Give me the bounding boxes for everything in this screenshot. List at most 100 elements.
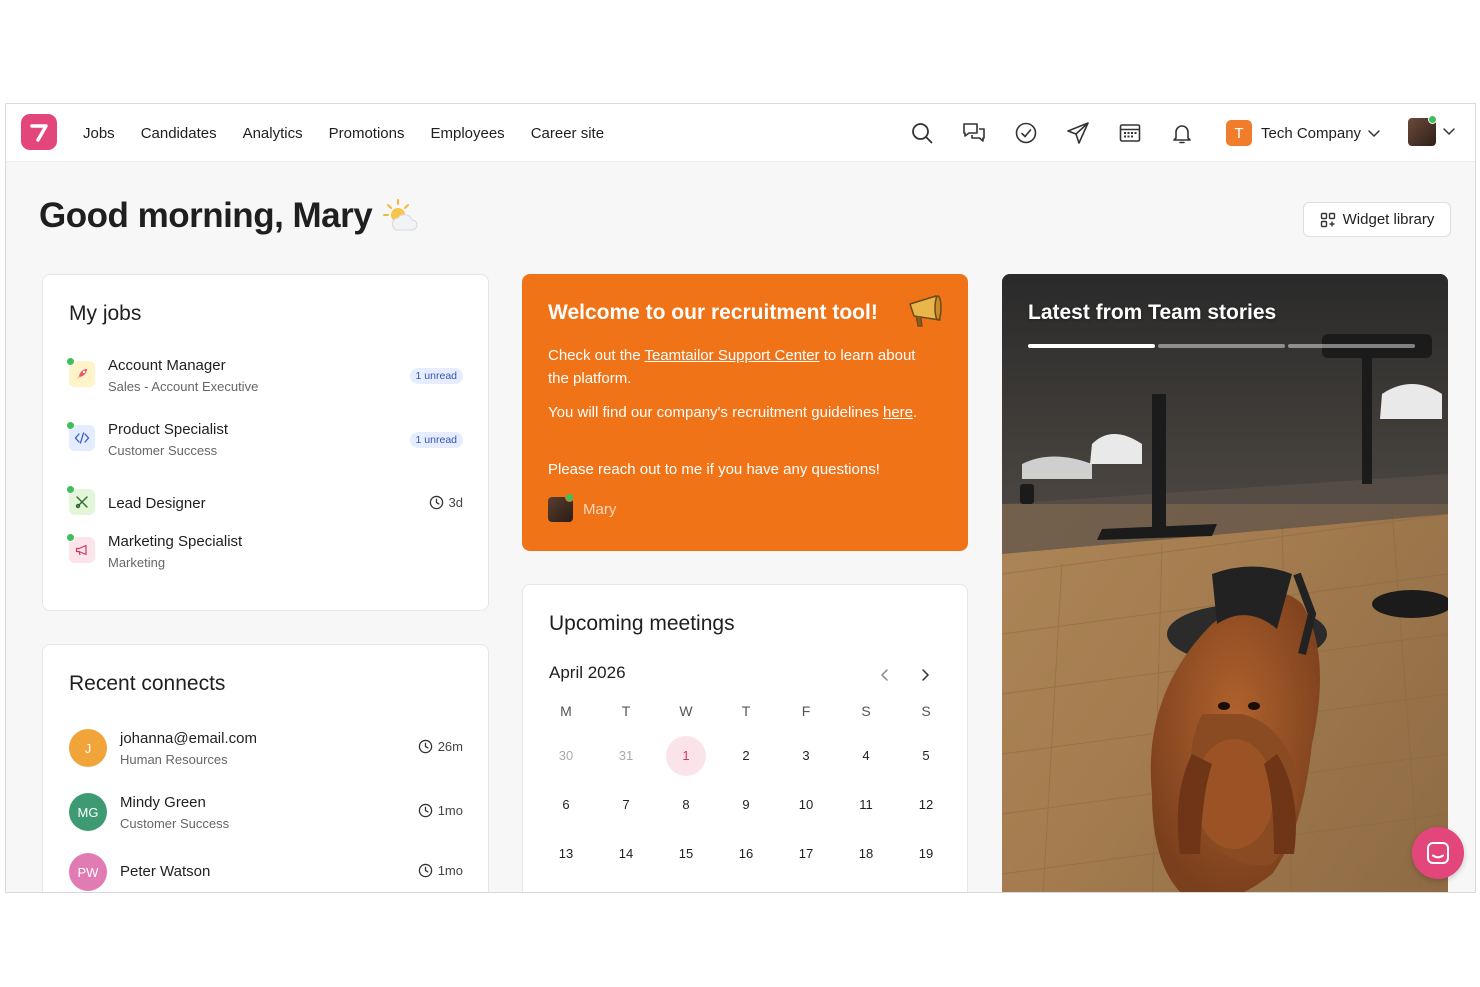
day-number[interactable]: 8 [666, 785, 706, 825]
day-number[interactable]: 30 [546, 736, 586, 776]
widget-library-label: Widget library [1342, 211, 1435, 228]
search-button[interactable] [896, 113, 948, 153]
day-number[interactable]: 19 [906, 834, 946, 874]
calendar-day: 19 [896, 834, 956, 874]
guidelines-link[interactable]: here [883, 404, 913, 421]
job-title: Lead Designer [108, 495, 206, 512]
chat-icon [963, 123, 985, 142]
chat-launcher-button[interactable] [1412, 827, 1464, 879]
day-number[interactable]: 12 [906, 785, 946, 825]
day-number[interactable]: 2 [726, 736, 766, 776]
nav-icon-group [896, 104, 1208, 162]
calendar-day: 2 [716, 736, 776, 776]
nav-jobs[interactable]: Jobs [83, 125, 115, 142]
weekday-label: T [621, 703, 631, 719]
teamtailor-logo[interactable] [21, 114, 57, 150]
calendar-day: 4 [836, 736, 896, 776]
calendar-day: 14 [596, 834, 656, 874]
day-number[interactable]: 5 [906, 736, 946, 776]
previous-month-button[interactable] [873, 663, 897, 687]
job-age: 3d [429, 495, 463, 510]
day-number[interactable]: 3 [786, 736, 826, 776]
bell-icon [1173, 125, 1191, 144]
connect-item-johanna[interactable]: J johanna@email.com Human Resources 26m [69, 727, 463, 771]
day-number[interactable]: 13 [546, 834, 586, 874]
avatar: MG [69, 793, 107, 831]
day-number[interactable]: 18 [846, 834, 886, 874]
job-item-lead-designer[interactable]: Lead Designer 3d [66, 481, 463, 529]
support-center-link[interactable]: Teamtailor Support Center [644, 347, 819, 364]
job-item-account-manager[interactable]: Account Manager Sales - Account Executiv… [66, 353, 463, 401]
connect-time: 1mo [418, 863, 463, 878]
calendar-day: 8 [656, 785, 716, 825]
check-circle-icon [1015, 122, 1037, 144]
nav-analytics[interactable]: Analytics [243, 125, 303, 142]
calendar-week: 6 7 8 9 10 11 12 [536, 780, 956, 829]
day-number[interactable]: 11 [846, 785, 886, 825]
job-item-product-specialist[interactable]: Product Specialist Customer Success 1 un… [66, 417, 463, 465]
calendar-day: 11 [836, 785, 896, 825]
connect-time-value: 26m [437, 739, 463, 754]
day-number[interactable]: 6 [546, 785, 586, 825]
connect-item-mindy-green[interactable]: MG Mindy Green Customer Success 1mo [69, 791, 463, 835]
weekday-label: T [741, 703, 751, 719]
day-number[interactable]: 17 [786, 834, 826, 874]
connect-item-peter-watson[interactable]: PW Peter Watson 1mo [69, 851, 463, 892]
team-stories-card[interactable]: Latest from Team stories [1002, 274, 1448, 892]
welcome-signature: Mary [548, 493, 616, 522]
day-number[interactable]: 14 [606, 834, 646, 874]
calendar-day: 16 [716, 834, 776, 874]
nav-candidates[interactable]: Candidates [141, 125, 217, 142]
upcoming-meetings-title: Upcoming meetings [549, 612, 735, 635]
welcome-title: Welcome to our recruitment tool! [548, 301, 878, 324]
avatar: J [69, 729, 107, 767]
story-progress [1158, 344, 1285, 348]
job-status-dot [66, 357, 75, 366]
next-month-button[interactable] [913, 663, 937, 687]
connect-name: Peter Watson [120, 863, 211, 880]
chevron-right-icon [922, 669, 930, 681]
day-number[interactable]: 31 [606, 736, 646, 776]
clock-icon [418, 863, 432, 878]
greeting-heading: Good morning, Mary [39, 196, 420, 236]
nav-promotions[interactable]: Promotions [329, 125, 405, 142]
weekday-label: M [560, 703, 572, 719]
app-window: Jobs Candidates Analytics Promotions Emp… [5, 103, 1476, 893]
nav-career-site[interactable]: Career site [531, 125, 604, 142]
calendar-button[interactable] [1104, 113, 1156, 153]
send-button[interactable] [1052, 113, 1104, 153]
story-progress-active [1028, 344, 1155, 348]
weekday-label: F [801, 703, 811, 719]
welcome-text: You will find our company's recruitment … [548, 404, 883, 421]
avatar: PW [69, 853, 107, 891]
job-item-marketing-specialist[interactable]: Marketing Specialist Marketing [66, 529, 463, 577]
day-number[interactable]: 1 [666, 735, 706, 776]
user-menu-chevron-icon[interactable] [1442, 124, 1456, 138]
connect-time-value: 1mo [437, 803, 463, 818]
day-number[interactable]: 15 [666, 834, 706, 874]
company-name: Tech Company [1261, 124, 1362, 142]
calendar-weekday-header: M T W T F S S [536, 703, 956, 731]
welcome-message-card: Welcome to our recruitment tool! Check o… [522, 274, 968, 551]
day-number[interactable]: 16 [726, 834, 766, 874]
day-number[interactable]: 7 [606, 785, 646, 825]
company-switcher[interactable]: T Tech Company [1226, 119, 1381, 147]
connect-department: Customer Success [120, 816, 230, 831]
widget-library-button[interactable]: Widget library [1303, 202, 1451, 237]
online-status-dot [1428, 115, 1437, 124]
chat-bubble-icon [1427, 842, 1449, 864]
calendar-day: 15 [656, 834, 716, 874]
user-avatar[interactable] [1408, 115, 1437, 146]
welcome-paragraph-3: Please reach out to me if you have any q… [548, 461, 880, 478]
messages-button[interactable] [948, 113, 1000, 153]
notifications-button[interactable] [1156, 113, 1208, 153]
job-age-value: 3d [448, 495, 463, 510]
job-title: Account Manager [108, 357, 226, 374]
day-number[interactable]: 9 [726, 785, 766, 825]
todos-button[interactable] [1000, 113, 1052, 153]
nav-employees[interactable]: Employees [430, 125, 504, 142]
job-status-dot [66, 421, 75, 430]
day-number[interactable]: 4 [846, 736, 886, 776]
day-number[interactable]: 10 [786, 785, 826, 825]
calendar-day: 12 [896, 785, 956, 825]
